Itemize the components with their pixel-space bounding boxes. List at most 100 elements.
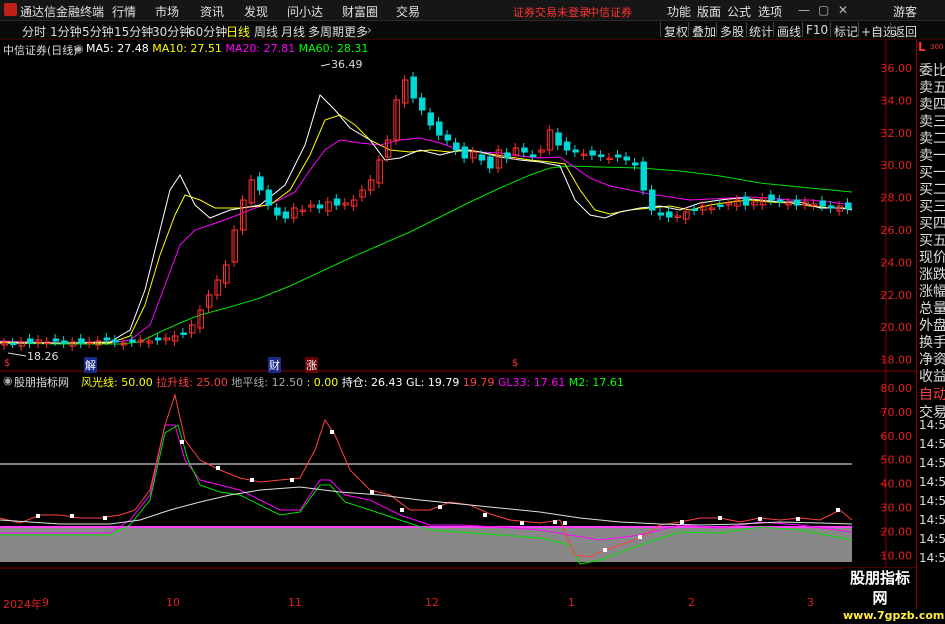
watermark-title: 股朋指标网 — [849, 569, 910, 607]
menu-wenxiaoda[interactable]: 问小达 — [287, 3, 323, 20]
candle-body — [197, 309, 204, 329]
candle-body — [487, 156, 494, 169]
menu-zixun[interactable]: 资讯 — [200, 3, 224, 20]
ma20-line — [0, 137, 853, 344]
main-y-axis: 36.00 34.00 32.00 30.00 28.00 26.00 24.00 22.00… — [880, 62, 912, 367]
maximize-icon[interactable]: ▢ — [818, 3, 829, 17]
chart-area[interactable]: 36.00 34.00 32.00 30.00 28.00 26.00 24.00 22.00… — [0, 40, 916, 609]
candle-body — [316, 204, 324, 209]
candle-body — [418, 97, 426, 111]
candle-body — [793, 199, 801, 206]
minimize-icon[interactable]: — — [798, 3, 810, 17]
y-tick-label: 22.00 — [881, 289, 913, 302]
unlock-marker[interactable]: 解 — [84, 357, 97, 373]
ma10-line — [0, 114, 852, 344]
candle-body — [410, 76, 417, 99]
candle-body — [649, 189, 656, 211]
candle-body — [504, 152, 511, 159]
high-label: 36.49 — [331, 58, 363, 71]
more-periods-button[interactable]: 更多 — [344, 23, 368, 40]
period-weekly[interactable]: 周线 — [254, 23, 278, 40]
gl-marker — [718, 516, 722, 520]
multi-stock-button[interactable]: 多股 — [720, 23, 744, 40]
candle-body — [776, 199, 784, 203]
period-1min[interactable]: 1分钟 — [50, 23, 82, 40]
candle-body — [631, 162, 639, 166]
menu-faxian[interactable]: 发现 — [244, 3, 268, 20]
candle-body — [1, 342, 9, 346]
stats-button[interactable]: 统计 — [749, 23, 773, 40]
y-tick-label: 60.00 — [881, 430, 913, 443]
candle-body — [27, 338, 34, 344]
dividend-marker: $ — [4, 358, 11, 369]
period-15min[interactable]: 15分钟 — [114, 23, 153, 40]
y-tick-label: 34.00 — [881, 94, 913, 107]
candle-body — [325, 201, 332, 212]
menu-hangqing[interactable]: 行情 — [112, 3, 136, 20]
menu-gongneng[interactable]: 功能 — [667, 3, 691, 20]
candle-body — [103, 337, 111, 341]
candle-body — [146, 340, 153, 344]
indicator-legend-item: GL: 19.79 — [406, 376, 463, 389]
high-pointer — [320, 63, 331, 67]
user-guest[interactable]: 游客 — [893, 3, 917, 20]
limit-up-marker[interactable]: 涨 — [305, 357, 318, 373]
fuquan-button[interactable]: 复权 — [664, 23, 688, 40]
ma-legend-item: MA5: 27.48 — [86, 42, 153, 55]
candle-body — [691, 208, 699, 211]
close-icon[interactable]: ✕ — [838, 3, 848, 17]
candle-body — [223, 264, 230, 284]
broker-name[interactable]: 中信证券 — [588, 4, 632, 20]
gl-marker — [483, 513, 487, 517]
candle-body — [819, 200, 826, 207]
y-tick-label: 80.00 — [881, 382, 913, 395]
draw-line-button[interactable]: 画线 — [777, 23, 801, 40]
gl-marker — [680, 520, 684, 524]
menu-jiaoyi[interactable]: 交易 — [396, 3, 420, 20]
gl-marker — [400, 508, 404, 512]
back-button[interactable]: 返回 — [893, 23, 917, 40]
y-tick-label: 50.00 — [881, 454, 913, 467]
ma-legend: MA5: 27.48 MA10: 27.51 MA20: 27.81 MA60:… — [86, 42, 368, 55]
candle-body — [674, 215, 682, 218]
menu-banmian[interactable]: 版面 — [697, 3, 721, 20]
auto-toggle[interactable]: 自动 — [919, 384, 945, 404]
more-chevron-icon[interactable]: › — [367, 23, 372, 37]
indicator-legend-item: 地平线: 12.50 — [231, 376, 307, 389]
level-badge-sub: 300 — [930, 43, 944, 51]
indicator-toggle-icon[interactable]: ◉ — [3, 374, 13, 387]
candle-body — [35, 339, 43, 344]
candle-body — [333, 198, 341, 206]
f10-button[interactable]: F10 — [806, 23, 828, 37]
menu-shichang[interactable]: 市场 — [155, 3, 179, 20]
gl-marker — [796, 517, 800, 521]
legend-toggle-icon[interactable]: ◉ — [74, 42, 84, 55]
menu-caifuquan[interactable]: 财富圈 — [342, 3, 378, 20]
gl-marker — [103, 516, 107, 520]
candle-body — [350, 199, 358, 207]
period-30min[interactable]: 30分钟 — [152, 23, 191, 40]
candle-body — [240, 199, 247, 231]
period-5min[interactable]: 5分钟 — [82, 23, 114, 40]
overlay-button[interactable]: 叠加 — [692, 23, 716, 40]
menu-xuanxiang[interactable]: 选项 — [758, 3, 782, 20]
finance-marker[interactable]: 财 — [268, 357, 281, 373]
period-daily[interactable]: 日线 — [226, 23, 250, 40]
indicator-legend-item: 拉升线: 25.00 — [156, 376, 232, 389]
candle-body — [538, 149, 545, 153]
menu-gongshi[interactable]: 公式 — [727, 3, 751, 20]
tick-time: 14:56 — [919, 418, 945, 432]
candle-body — [376, 159, 383, 184]
period-fenshi[interactable]: 分时 — [22, 23, 46, 40]
gl-marker — [330, 430, 334, 434]
period-monthly[interactable]: 月线 — [281, 23, 305, 40]
tick-time: 14:56 — [919, 475, 945, 489]
mark-button[interactable]: 标记 — [834, 23, 858, 40]
time-label: 11 — [288, 596, 302, 609]
period-60min[interactable]: 60分钟 — [188, 23, 227, 40]
trade-login-warning[interactable]: 证券交易未登录 — [513, 4, 590, 20]
candlestick-series — [1, 72, 852, 351]
candle-body — [623, 156, 630, 161]
period-multi[interactable]: 多周期 — [308, 23, 344, 40]
candle-body — [342, 202, 349, 206]
